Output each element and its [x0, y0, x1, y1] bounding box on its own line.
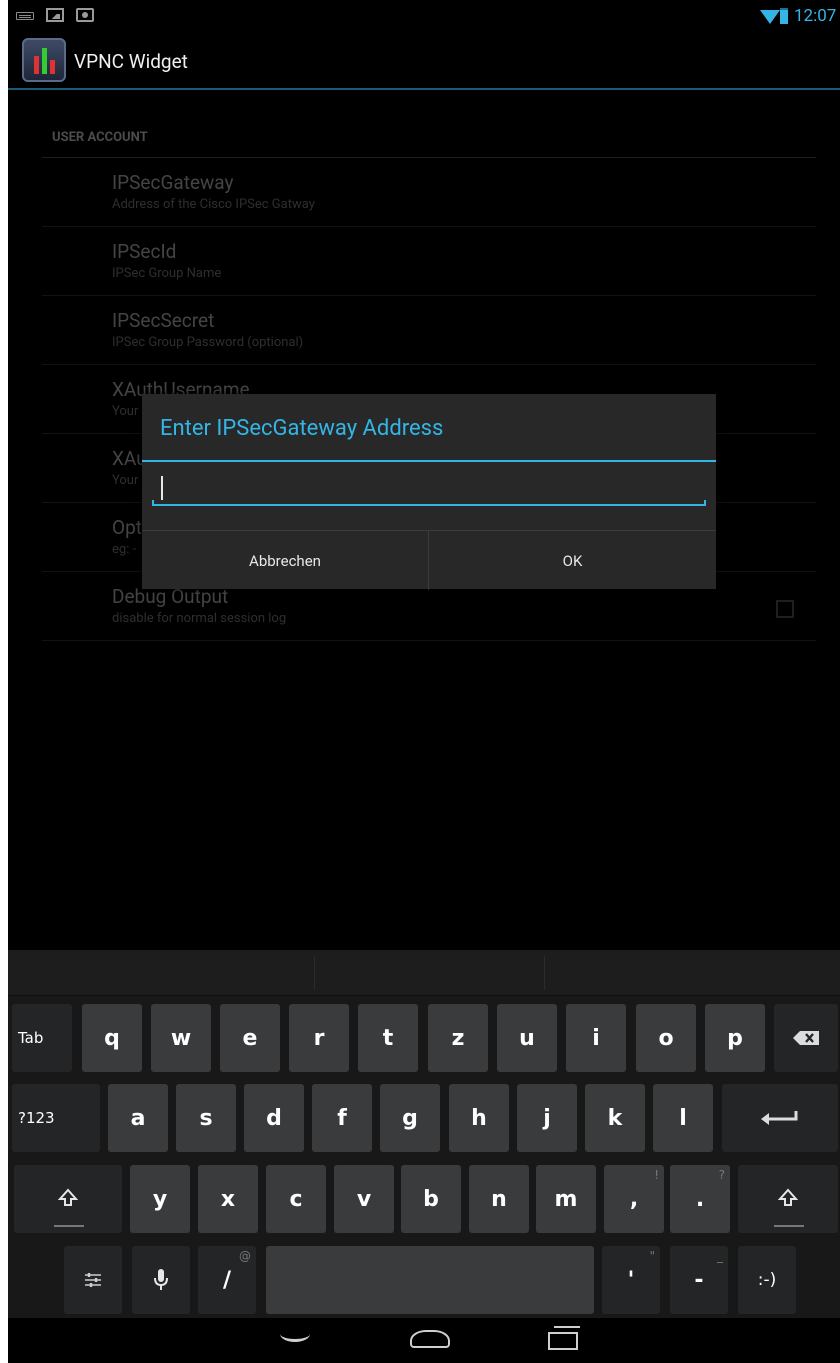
app-title: VPNC Widget: [74, 50, 188, 73]
suggestion-divider: [544, 956, 545, 990]
battery-icon: [780, 8, 788, 24]
key-k[interactable]: k: [585, 1084, 645, 1152]
key-apostrophe[interactable]: ' ": [602, 1246, 660, 1314]
status-bar: 12:07: [8, 0, 840, 30]
key-main-label: ,: [629, 1186, 639, 1212]
key-u[interactable]: u: [497, 1004, 557, 1072]
key-main-label: .: [695, 1186, 705, 1212]
wifi-icon: [760, 10, 780, 24]
key-p[interactable]: p: [705, 1004, 765, 1072]
key-slash[interactable]: / @: [198, 1246, 256, 1314]
soft-keyboard: Tab q w e r t z u i o p ?123 a s d f g h…: [8, 950, 840, 1318]
device-screen: 12:07 VPNC Widget USER ACCOUNT IPSecGate…: [8, 0, 840, 1363]
key-alt-label: _: [717, 1249, 723, 1263]
key-main-label: /: [222, 1267, 232, 1293]
key-m[interactable]: m: [536, 1165, 596, 1233]
key-symbols[interactable]: ?123: [12, 1084, 100, 1152]
key-d[interactable]: d: [244, 1084, 304, 1152]
key-space[interactable]: [266, 1246, 594, 1314]
keyboard-icon: [16, 12, 34, 20]
key-y[interactable]: y: [130, 1165, 190, 1233]
key-smiley[interactable]: :-): [738, 1246, 796, 1314]
ok-button[interactable]: OK: [429, 531, 716, 590]
dialog-button-bar: Abbrechen OK: [142, 530, 716, 590]
back-icon[interactable]: [280, 1326, 310, 1342]
key-i[interactable]: i: [566, 1004, 626, 1072]
key-alt-label: ": [649, 1249, 655, 1263]
key-j[interactable]: j: [517, 1084, 577, 1152]
key-enter[interactable]: [722, 1084, 838, 1152]
key-x[interactable]: x: [198, 1165, 258, 1233]
shift-icon: [58, 1188, 78, 1206]
key-l[interactable]: l: [653, 1084, 713, 1152]
key-s[interactable]: s: [176, 1084, 236, 1152]
key-w[interactable]: w: [151, 1004, 211, 1072]
microphone-icon: [154, 1269, 168, 1290]
key-backspace[interactable]: [774, 1004, 838, 1072]
cancel-button[interactable]: Abbrechen: [142, 531, 429, 590]
key-h[interactable]: h: [449, 1084, 509, 1152]
key-shift-right[interactable]: [738, 1165, 838, 1233]
dialog-title: Enter IPSecGateway Address: [160, 416, 444, 441]
suggestion-strip[interactable]: [8, 950, 840, 996]
key-alt-label: @: [239, 1249, 251, 1263]
enter-icon: [761, 1111, 798, 1125]
status-time: 12:07: [794, 6, 837, 26]
key-tab[interactable]: Tab: [12, 1004, 72, 1072]
home-icon[interactable]: [410, 1330, 450, 1348]
dialog-divider: [142, 460, 716, 462]
key-e[interactable]: e: [220, 1004, 280, 1072]
shift-icon: [778, 1188, 798, 1206]
key-alt-label: ?: [718, 1168, 725, 1182]
key-main-label: ': [627, 1267, 635, 1293]
key-g[interactable]: g: [380, 1084, 440, 1152]
key-n[interactable]: n: [469, 1165, 529, 1233]
key-comma[interactable]: , !: [604, 1165, 664, 1233]
key-z[interactable]: z: [428, 1004, 488, 1072]
gateway-dialog: Enter IPSecGateway Address Abbrechen OK: [142, 394, 716, 590]
suggestion-divider: [314, 956, 315, 990]
text-cursor: [161, 476, 163, 500]
input-tick-left: [152, 500, 154, 506]
key-t[interactable]: t: [358, 1004, 418, 1072]
app-icon[interactable]: [22, 38, 66, 82]
recent-apps-icon[interactable]: [548, 1326, 580, 1350]
key-settings[interactable]: [64, 1246, 122, 1314]
key-voice[interactable]: [132, 1246, 190, 1314]
key-c[interactable]: c: [266, 1165, 326, 1233]
key-a[interactable]: a: [108, 1084, 168, 1152]
key-b[interactable]: b: [401, 1165, 461, 1233]
key-q[interactable]: q: [82, 1004, 142, 1072]
key-alt-label: !: [654, 1168, 659, 1182]
key-main-label: -: [694, 1267, 704, 1293]
key-f[interactable]: f: [312, 1084, 372, 1152]
key-o[interactable]: o: [636, 1004, 696, 1072]
key-r[interactable]: r: [289, 1004, 349, 1072]
backspace-icon: [793, 1031, 819, 1045]
key-v[interactable]: v: [334, 1165, 394, 1233]
action-bar: VPNC Widget: [8, 30, 840, 90]
settings-sliders-icon: [85, 1273, 101, 1287]
gateway-address-input[interactable]: [152, 474, 706, 506]
picture-icon: [46, 8, 64, 22]
input-tick-right: [704, 500, 706, 506]
navigation-bar: [8, 1318, 840, 1363]
key-period[interactable]: . ?: [670, 1165, 730, 1233]
key-dash[interactable]: - _: [670, 1246, 728, 1314]
key-shift-left[interactable]: [14, 1165, 122, 1233]
camera-icon: [76, 8, 94, 22]
